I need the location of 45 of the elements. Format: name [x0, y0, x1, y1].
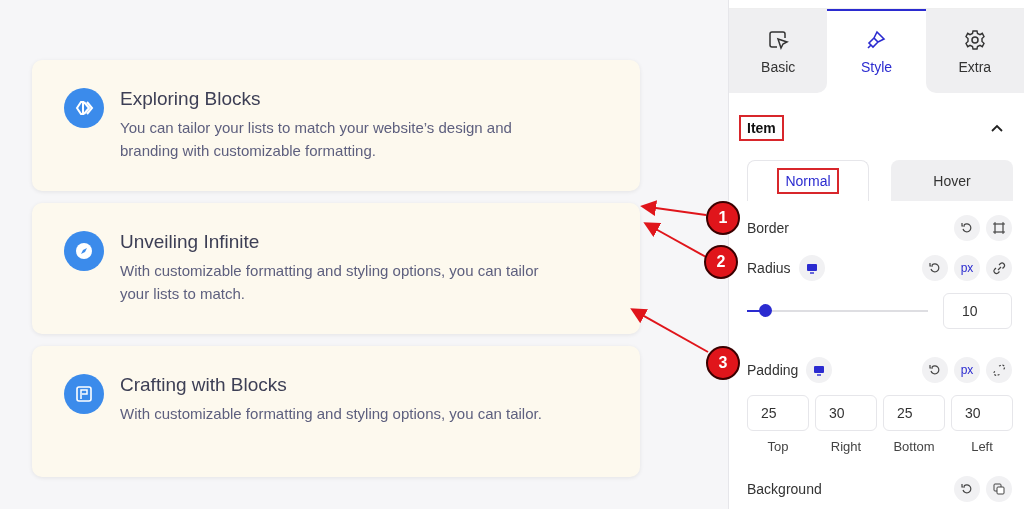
- reset-icon[interactable]: [954, 476, 980, 502]
- cursor-icon: [767, 29, 790, 51]
- desktop-icon[interactable]: [798, 255, 825, 281]
- slider-thumb[interactable]: [759, 304, 773, 317]
- field-label: Left: [971, 439, 993, 454]
- panel-tab[interactable]: Basic: [729, 9, 828, 93]
- card-title: Exploring Blocks: [120, 88, 262, 110]
- annotation-arrow: [643, 222, 707, 258]
- reset-icon[interactable]: [922, 255, 948, 281]
- reset-icon[interactable]: [922, 357, 948, 383]
- card-title: Unveiling Infinite: [120, 231, 261, 253]
- padding-input[interactable]: 30: [815, 395, 877, 431]
- brush-icon: [865, 29, 888, 51]
- radius-input[interactable]: 10: [943, 293, 1012, 329]
- field-label: Padding: [747, 362, 799, 378]
- unit-button[interactable]: px: [954, 255, 980, 281]
- card-description: You can tailor your lists to match your website’s design and branding with customizable formatting.: [120, 118, 513, 161]
- card-description: With customizable formatting and styling options, you can tailor.: [120, 404, 542, 424]
- state-tab[interactable]: Normal: [747, 160, 869, 201]
- panel-tab[interactable]: Extra: [925, 9, 1024, 93]
- compass-icon: [64, 231, 104, 271]
- padding-input[interactable]: 25: [883, 395, 945, 431]
- padding-input[interactable]: 25: [747, 395, 809, 431]
- reset-icon[interactable]: [954, 215, 980, 241]
- field-label: Top: [767, 439, 789, 454]
- state-tab[interactable]: Hover: [891, 160, 1013, 201]
- frame-icon: [64, 374, 104, 414]
- field-label: Right: [830, 439, 862, 454]
- section-title: Item: [739, 115, 784, 141]
- field-label: Background: [747, 481, 822, 497]
- border-icon[interactable]: [986, 215, 1012, 241]
- field-label: Radius: [747, 260, 791, 276]
- settings-icon: [963, 29, 986, 51]
- unlink-icon[interactable]: [986, 357, 1012, 383]
- field-label: Bottom: [893, 439, 935, 454]
- annotation-arrow: [640, 200, 707, 216]
- desktop-icon[interactable]: [806, 357, 833, 383]
- field-label: Border: [747, 220, 790, 236]
- card-title: Crafting with Blocks: [120, 374, 288, 396]
- chevrons-icon: [64, 88, 104, 128]
- link-icon[interactable]: [986, 255, 1012, 281]
- unit-button[interactable]: px: [954, 357, 980, 383]
- copy-icon[interactable]: [986, 476, 1012, 502]
- card-description: With customizable formatting and styling options, you can tailor your lists to match.: [120, 261, 540, 304]
- padding-input[interactable]: 30: [951, 395, 1013, 431]
